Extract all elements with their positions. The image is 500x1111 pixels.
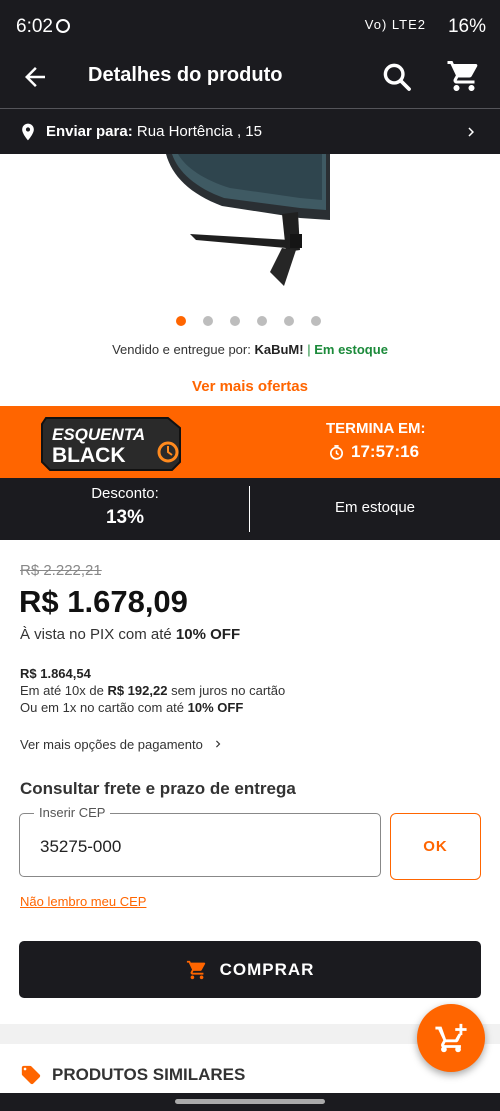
discount-label: Desconto: — [91, 485, 159, 502]
cart-icon[interactable] — [446, 58, 482, 94]
seller-prefix: Vendido e entregue por: — [112, 342, 251, 357]
app-bar: Detalhes do produto — [0, 52, 500, 108]
more-offers-link[interactable]: Ver mais ofertas — [0, 378, 500, 395]
gallery-dot[interactable] — [257, 316, 267, 326]
buy-button-label: COMPRAR — [219, 959, 315, 979]
shipping-text: Enviar para: Rua Hortência , 15 — [46, 123, 262, 140]
gallery-dot[interactable] — [311, 316, 321, 326]
seller-stock: Em estoque — [314, 342, 388, 357]
gallery-dot[interactable] — [230, 316, 240, 326]
promo-timer-value: 17:57:16 — [351, 442, 420, 461]
status-bar: 6:02 Vo) LTE2 16% — [0, 0, 500, 52]
promo-ends-label: TERMINA EM: — [326, 420, 426, 437]
tag-icon — [21, 1065, 41, 1085]
stopwatch-icon — [329, 444, 344, 460]
add-to-cart-fab[interactable] — [417, 1004, 485, 1072]
system-nav-bar — [0, 1093, 500, 1111]
status-time: 6:02 — [16, 16, 53, 37]
installment-value: R$ 192,22 — [107, 683, 168, 698]
svg-text:BLACK: BLACK — [52, 444, 126, 467]
shipping-address: Rua Hortência , 15 — [136, 123, 262, 140]
location-pin-icon — [22, 123, 34, 141]
promo-banner[interactable]: ESQUENTA BLACK TERMINA EM: 17:57:16 — [0, 406, 500, 478]
seller-separator: | — [307, 342, 311, 357]
chevron-right-icon — [468, 127, 474, 137]
product-image[interactable] — [0, 154, 500, 304]
chevron-right-icon — [215, 740, 221, 748]
discount-percent: 13% — [105, 507, 145, 528]
cart-icon — [186, 960, 205, 979]
more-payment-label: Ver mais opções de pagamento — [20, 736, 203, 752]
installment-prefix: Em até 10x de — [20, 683, 104, 698]
one-x-text: Ou em 1x no cartão com até — [20, 700, 185, 715]
cep-value[interactable]: 35275-000 — [40, 837, 121, 857]
battery-level: 16% — [447, 16, 486, 37]
shipping-address-bar[interactable]: Enviar para: Rua Hortência , 15 — [0, 108, 500, 154]
add-to-cart-icon — [435, 1023, 467, 1053]
installments: R$ 1.864,54 Em até 10x de R$ 192,22 sem … — [20, 665, 285, 716]
shipping-label: Enviar para: — [46, 123, 133, 140]
page-title: Detalhes do produto — [88, 64, 283, 86]
alarm-icon — [56, 19, 70, 33]
installment-total: R$ 1.864,54 — [20, 666, 91, 681]
gallery-dot[interactable] — [203, 316, 213, 326]
similar-products-header[interactable]: PRODUTOS SIMILARES — [20, 1064, 245, 1086]
ok-button[interactable]: OK — [390, 813, 481, 880]
similar-products-label: PRODUTOS SIMILARES — [52, 1065, 246, 1084]
cep-label: Inserir CEP — [34, 805, 111, 820]
buy-button[interactable]: COMPRAR — [19, 941, 481, 998]
pix-text: À vista no PIX com até — [20, 626, 172, 643]
back-arrow-icon[interactable] — [20, 62, 50, 92]
seller-name: KaBuM! — [254, 342, 304, 357]
forgot-cep-link[interactable]: Não lembro meu CEP — [20, 894, 146, 909]
old-price: R$ 2.222,21 — [20, 562, 102, 579]
network-icons: Vo) LTE2 — [364, 17, 426, 32]
one-x-discount: 10% OFF — [187, 700, 244, 715]
gallery-dot[interactable] — [176, 316, 186, 326]
promo-timer: 17:57:16 — [328, 442, 419, 462]
stock-status: Em estoque — [334, 499, 416, 516]
more-payment-options-link[interactable]: Ver mais opções de pagamento — [20, 736, 225, 752]
discount-bar: Desconto: 13% Em estoque — [0, 478, 500, 540]
home-handle[interactable] — [175, 1099, 325, 1104]
pix-offer: À vista no PIX com até 10% OFF — [20, 626, 240, 643]
svg-text:ESQUENTA: ESQUENTA — [52, 425, 145, 444]
pix-discount: 10% OFF — [175, 626, 241, 643]
cep-input[interactable]: Inserir CEP 35275-000 — [19, 805, 381, 877]
freight-title: Consultar frete e prazo de entrega — [20, 779, 296, 798]
esquenta-black-logo: ESQUENTA BLACK — [41, 417, 181, 471]
gallery-indicator — [176, 316, 321, 326]
search-icon[interactable] — [380, 60, 414, 94]
installment-suffix: sem juros no cartão — [171, 683, 286, 698]
seller-info: Vendido e entregue por: KaBuM! | Em esto… — [0, 342, 500, 357]
price: R$ 1.678,09 — [19, 584, 188, 619]
gallery-dot[interactable] — [284, 316, 294, 326]
